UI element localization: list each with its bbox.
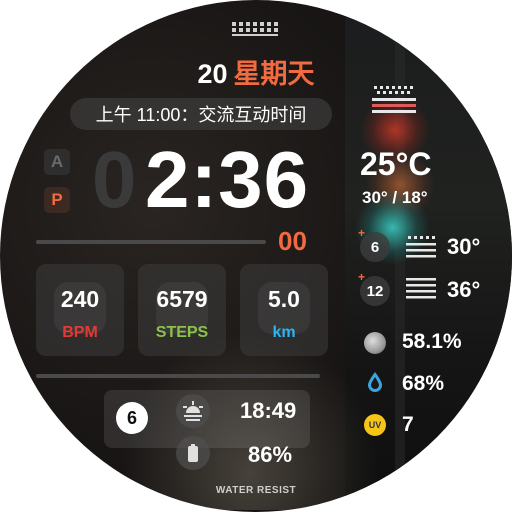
steps-card[interactable]: 6579 STEPS (138, 264, 226, 356)
weather-condition-icon[interactable] (372, 86, 416, 118)
humidity-drop-icon (368, 372, 382, 392)
pm-indicator: P (44, 187, 70, 213)
watch-face: 20 星期天 上午 11:00：交流互动时间 A P 0 2:36 00 240 … (0, 0, 512, 512)
temperature-high-low: 30° / 18° (362, 188, 428, 207)
heart-rate-value: 240 (60, 286, 100, 312)
distance-label: km (272, 324, 296, 341)
uv-icon: UV (364, 414, 386, 436)
heart-rate-card[interactable]: 240 BPM (36, 264, 124, 356)
clock-time[interactable]: 2:36 (145, 140, 309, 220)
divider-bottom (36, 374, 320, 378)
heart-rate-label: BPM (62, 324, 98, 341)
humidity-value: 68% (402, 372, 445, 395)
distance-card[interactable]: 5.0 km (240, 264, 328, 356)
moon-phase-icon (364, 332, 386, 354)
uv-index-value: 7 (402, 413, 414, 436)
divider-top (36, 240, 266, 244)
forecast-temp-1: 30° (447, 234, 481, 259)
next-event-text: 上午 11:00：交流互动时间 (95, 105, 307, 125)
notification-count-badge[interactable]: 6 (116, 402, 148, 434)
steps-label: STEPS (155, 324, 209, 341)
forecast-temp-2: 36° (447, 277, 481, 302)
date-day: 20 (197, 59, 228, 89)
clock-seconds: 00 (278, 226, 307, 256)
dots-grid-icon (232, 22, 278, 36)
am-indicator: A (44, 149, 70, 175)
water-resist-label: WATER RESIST (215, 485, 297, 496)
battery-level: 86% (248, 442, 293, 467)
current-temperature[interactable]: 25°C (360, 146, 432, 183)
date-line[interactable]: 20 星期天 (0, 52, 512, 91)
sunset-icon (176, 394, 210, 428)
haze-icon (406, 236, 436, 258)
forecast-hours-1: 6 (360, 232, 390, 262)
steps-value: 6579 (156, 286, 208, 312)
hour-leading-zero: 0 (92, 135, 137, 224)
sunset-time: 18:49 (240, 398, 297, 423)
haze-icon (406, 278, 436, 299)
moon-phase-value: 58.1% (402, 330, 462, 353)
battery-icon (176, 436, 210, 470)
next-event-pill[interactable]: 上午 11:00：交流互动时间 (70, 98, 332, 130)
forecast-hours-2: 12 (360, 276, 390, 306)
date-weekday: 星期天 (233, 59, 315, 89)
distance-value: 5.0 (268, 286, 300, 312)
